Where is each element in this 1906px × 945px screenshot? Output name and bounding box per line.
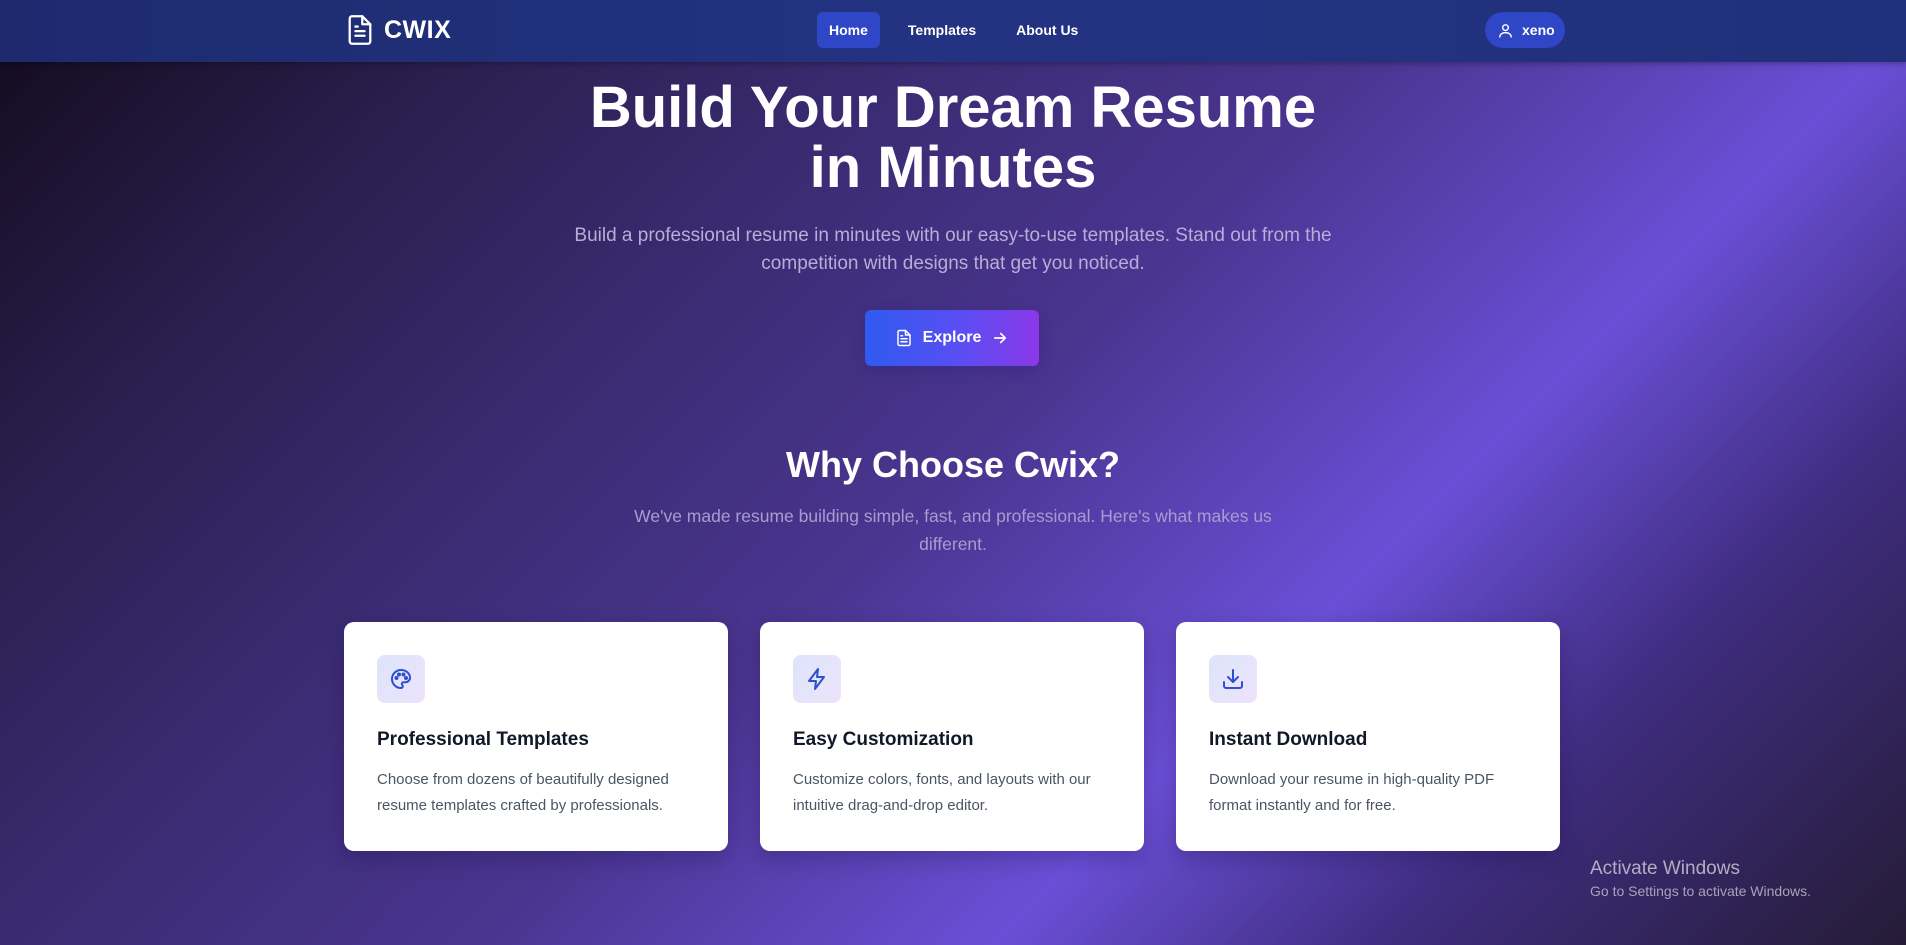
watermark-title: Activate Windows: [1590, 858, 1740, 879]
nav-link-home[interactable]: Home: [817, 12, 880, 48]
hero-title-line-2: in Minutes: [809, 135, 1097, 200]
watermark-subtitle: Go to Settings to activate Windows.: [1590, 883, 1811, 899]
main-nav: Home Templates About Us: [817, 12, 1090, 48]
feature-title: Easy Customization: [793, 729, 974, 750]
feature-card-professional-templates: Professional Templates Choose from dozen…: [344, 622, 728, 851]
hero-title: Build Your Dream Resume in Minutes: [453, 78, 1453, 198]
hero-subtitle: Build a professional resume in minutes w…: [574, 225, 1332, 274]
username: xeno: [1522, 22, 1555, 38]
feature-title: Professional Templates: [377, 729, 589, 750]
feature-title: Instant Download: [1209, 729, 1368, 750]
feature-card-instant-download: Instant Download Download your resume in…: [1176, 622, 1560, 851]
section-title: Why Choose Cwix?: [785, 444, 1121, 485]
section-subtitle: We've made resume building simple, fast,…: [634, 506, 1272, 554]
download-icon: [1223, 669, 1243, 689]
arrow-right-icon: [994, 332, 1007, 344]
nav-link-templates[interactable]: Templates: [896, 12, 988, 48]
user-icon: [1499, 23, 1512, 38]
document-icon: [896, 329, 911, 347]
feature-card-easy-customization: Easy Customization Customize colors, fon…: [760, 622, 1144, 851]
explore-button[interactable]: Explore: [865, 310, 1039, 366]
feature-description: Choose from dozens of beautifully design…: [377, 771, 669, 814]
top-navbar: CWIX Home Templates About Us xeno: [0, 0, 1906, 62]
user-menu-button[interactable]: xeno: [1485, 12, 1565, 48]
palette-icon: [391, 669, 411, 689]
zap-icon: [808, 668, 825, 690]
feature-description: Download your resume in high-quality PDF…: [1209, 771, 1495, 814]
brand-name: CWIX: [384, 15, 452, 44]
feature-description: Customize colors, fonts, and layouts wit…: [793, 771, 1091, 814]
nav-link-about-us[interactable]: About Us: [1004, 12, 1090, 48]
feature-icon-box: [1209, 655, 1257, 703]
brand[interactable]: CWIX: [346, 14, 451, 46]
activate-windows-watermark: Activate Windows Go to Settings to activ…: [1590, 857, 1811, 901]
feature-icon-box: [793, 655, 841, 703]
document-logo-icon: [348, 15, 372, 45]
hero-title-line-1: Build Your Dream Resume: [589, 75, 1317, 140]
explore-button-label: Explore: [922, 329, 982, 346]
feature-icon-box: [377, 655, 425, 703]
